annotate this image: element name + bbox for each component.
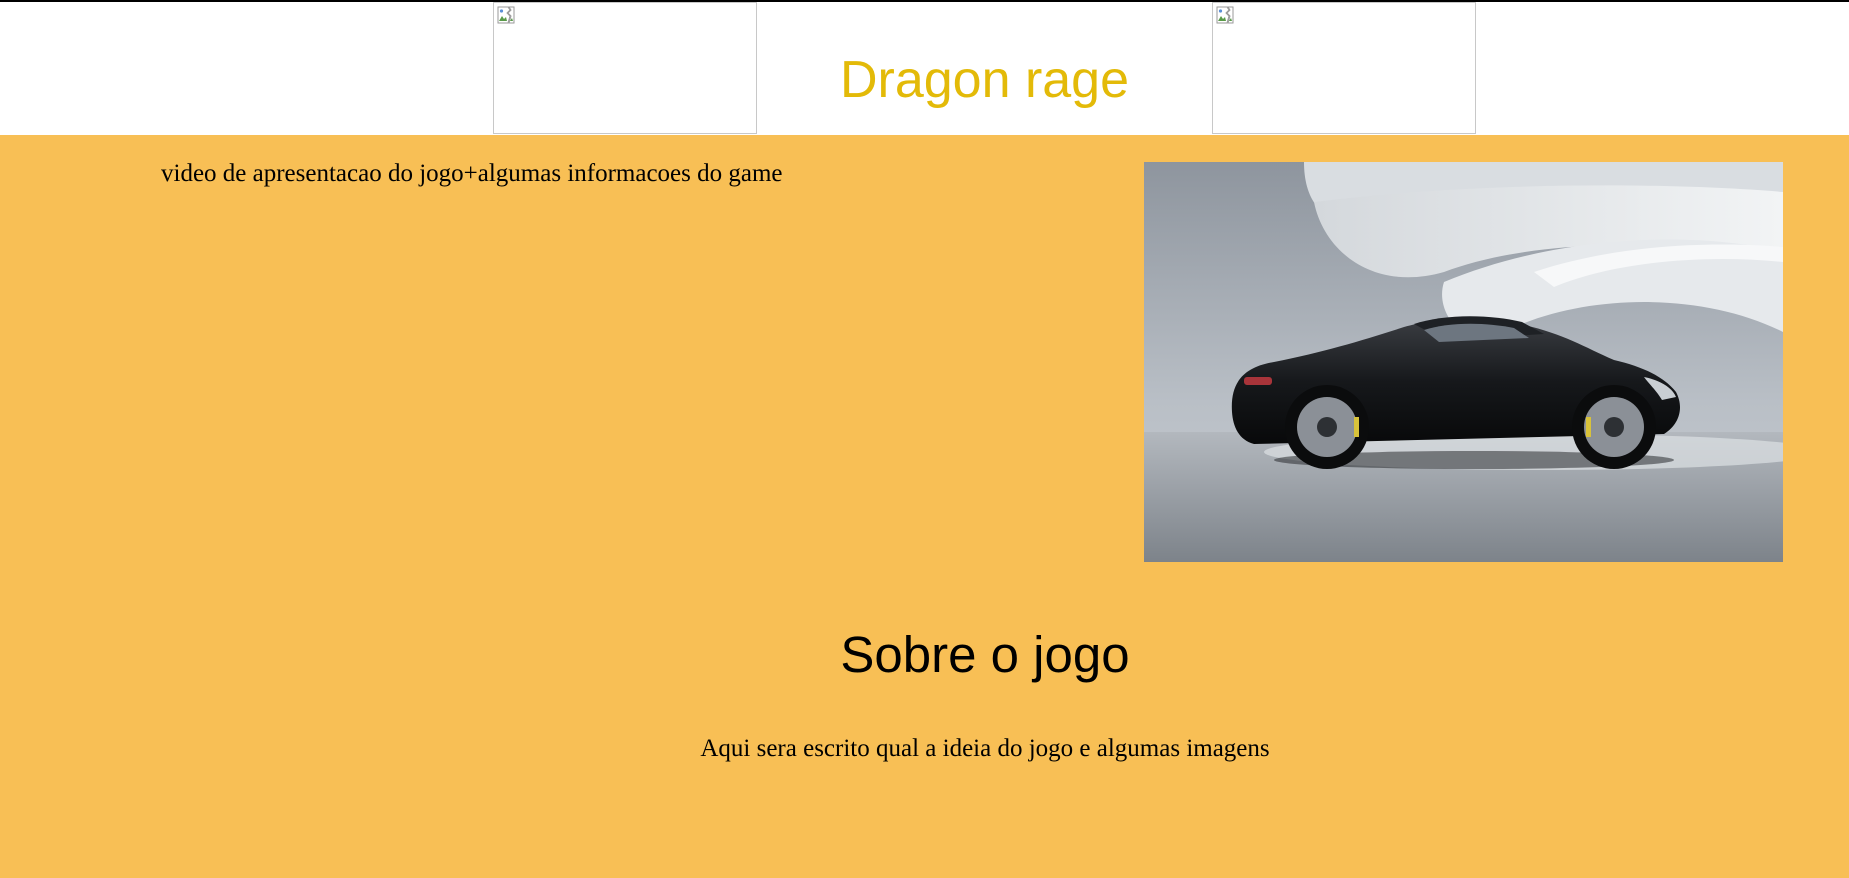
- intro-text: video de apresentacao do jogo+algumas in…: [161, 160, 783, 187]
- page-header: Dragon rage: [0, 2, 1849, 135]
- site-title: Dragon rage: [839, 51, 1130, 109]
- header-left-image: [493, 2, 757, 134]
- broken-image-icon: [497, 6, 515, 24]
- main-content: video de apresentacao do jogo+algumas in…: [0, 135, 1849, 878]
- sports-car-photo: [1144, 162, 1783, 562]
- section-heading: Sobre o jogo: [840, 626, 1130, 683]
- broken-image-icon: [1216, 6, 1234, 24]
- header-right-image: [1212, 2, 1476, 134]
- section-text: Aqui sera escrito qual a ideia do jogo e…: [700, 735, 1270, 762]
- hero-image: [1144, 162, 1783, 562]
